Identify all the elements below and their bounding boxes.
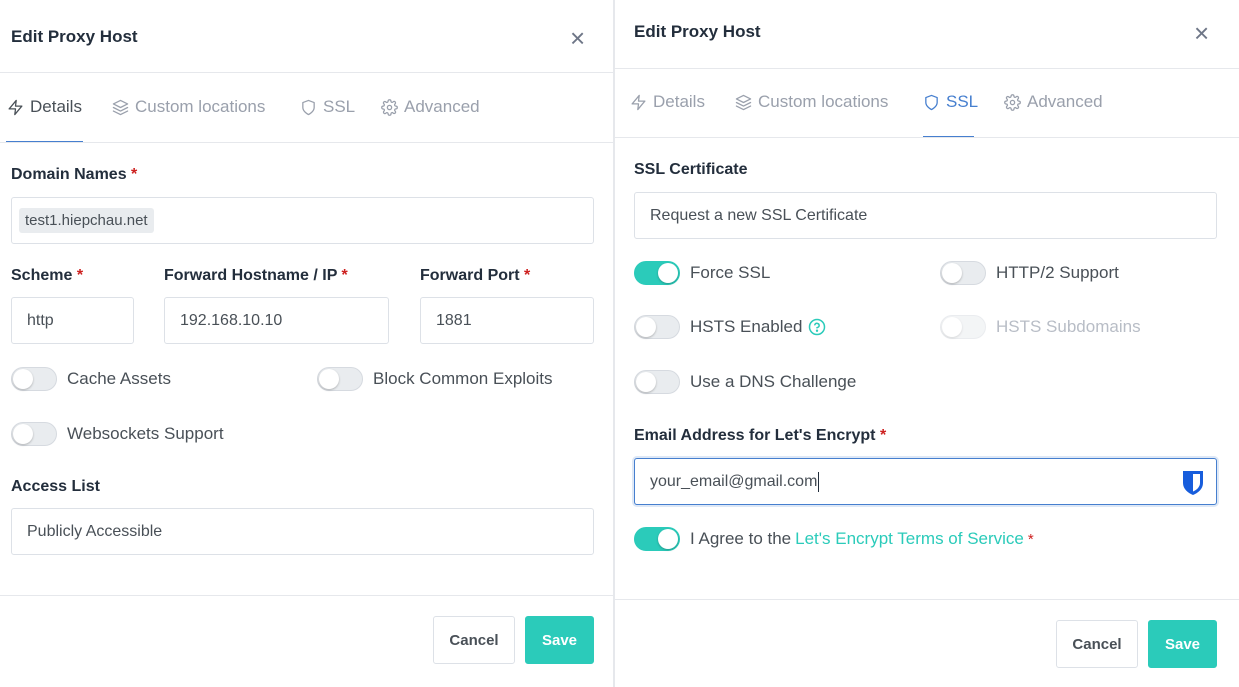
domain-names-input[interactable]: test1.hiepchau.net: [11, 197, 594, 244]
access-list-select[interactable]: Publicly Accessible: [11, 508, 594, 555]
bolt-icon: [8, 99, 23, 115]
header-divider: [0, 72, 613, 73]
save-button[interactable]: Save: [525, 616, 594, 664]
text-cursor: [818, 471, 820, 492]
hsts-label: HSTS Enabled: [690, 317, 803, 336]
scheme-select[interactable]: http: [11, 297, 134, 344]
shield-icon: [925, 94, 938, 110]
cache-assets-switch[interactable]: [11, 367, 57, 391]
hsts-switch[interactable]: [634, 315, 680, 339]
block-exploits-toggle-row: Block Common Exploits: [317, 367, 553, 391]
block-exploits-label: Block Common Exploits: [373, 369, 553, 388]
domain-chip[interactable]: test1.hiepchau.net: [19, 208, 154, 233]
tab-advanced[interactable]: Advanced: [381, 97, 480, 117]
agree-prefix: I Agree to the: [690, 529, 792, 548]
tab-custom-locations[interactable]: Custom locations: [112, 97, 265, 117]
cache-assets-toggle-row: Cache Assets: [11, 367, 171, 391]
http2-toggle-row: HTTP/2 Support: [940, 261, 1119, 285]
http2-switch[interactable]: [940, 261, 986, 285]
header-divider: [615, 68, 1239, 69]
force-ssl-label: Force SSL: [690, 263, 771, 282]
tabs-divider: [0, 142, 613, 143]
bolt-icon: [631, 94, 646, 110]
layers-icon: [112, 99, 129, 115]
tab-ssl[interactable]: SSL: [300, 97, 355, 117]
websockets-switch[interactable]: [11, 422, 57, 446]
agree-tos-toggle-row: I Agree to the Let's Encrypt Terms of Se…: [634, 527, 1034, 551]
block-exploits-switch[interactable]: [317, 367, 363, 391]
tos-link[interactable]: Let's Encrypt Terms of Service: [795, 529, 1024, 549]
cancel-button[interactable]: Cancel: [1056, 620, 1138, 668]
footer-divider: [0, 595, 613, 596]
cache-assets-label: Cache Assets: [67, 369, 171, 388]
domain-names-label: Domain Names *: [11, 166, 138, 183]
gear-icon: [381, 98, 398, 116]
email-label: Email Address for Let's Encrypt *: [634, 427, 887, 444]
tab-details[interactable]: Details: [7, 97, 82, 117]
hsts-subdomains-toggle-row: HSTS Subdomains: [940, 315, 1141, 339]
hsts-subdomains-label: HSTS Subdomains: [996, 317, 1141, 336]
tabs-divider: [615, 137, 1239, 138]
forward-hostname-input[interactable]: 192.168.10.10: [164, 297, 389, 344]
close-icon[interactable]: ×: [570, 25, 585, 51]
dns-challenge-switch[interactable]: [634, 370, 680, 394]
shield-icon: [302, 99, 315, 115]
agree-tos-switch[interactable]: [634, 527, 680, 551]
forward-hostname-label: Forward Hostname / IP *: [164, 267, 348, 284]
tab-details[interactable]: Details: [630, 92, 705, 112]
edit-proxy-host-modal-ssl: Edit Proxy Host × Details Custom locatio…: [615, 0, 1239, 687]
help-icon[interactable]: [808, 318, 826, 336]
gear-icon: [1004, 93, 1021, 111]
ssl-certificate-select[interactable]: Request a new SSL Certificate: [634, 192, 1217, 239]
hsts-toggle-row: HSTS Enabled: [634, 315, 826, 339]
close-icon[interactable]: ×: [1194, 20, 1209, 46]
tab-advanced[interactable]: Advanced: [1004, 92, 1103, 112]
email-input[interactable]: your_email@gmail.com: [634, 458, 1217, 505]
scheme-label: Scheme *: [11, 267, 84, 284]
hsts-subdomains-switch[interactable]: [940, 315, 986, 339]
save-button[interactable]: Save: [1148, 620, 1217, 668]
footer-divider: [615, 599, 1239, 600]
tab-custom-locations[interactable]: Custom locations: [735, 92, 888, 112]
cancel-button[interactable]: Cancel: [433, 616, 515, 664]
websockets-toggle-row: Websockets Support: [11, 422, 224, 446]
http2-label: HTTP/2 Support: [996, 263, 1119, 282]
modal-title: Edit Proxy Host: [11, 27, 138, 46]
bitwarden-shield-icon[interactable]: [1181, 469, 1205, 502]
websockets-label: Websockets Support: [67, 424, 224, 443]
forward-port-input[interactable]: 1881: [420, 297, 594, 344]
ssl-certificate-label: SSL Certificate: [634, 161, 748, 178]
modal-title: Edit Proxy Host: [634, 22, 761, 41]
tab-ssl[interactable]: SSL: [923, 92, 978, 112]
layers-icon: [735, 94, 752, 110]
dns-challenge-toggle-row: Use a DNS Challenge: [634, 370, 856, 394]
force-ssl-switch[interactable]: [634, 261, 680, 285]
forward-port-label: Forward Port *: [420, 267, 531, 284]
email-value: your_email@gmail.com: [650, 472, 818, 490]
dns-challenge-label: Use a DNS Challenge: [690, 372, 857, 391]
required-mark: *: [1027, 530, 1034, 548]
access-list-label: Access List: [11, 478, 100, 495]
edit-proxy-host-modal-details: Edit Proxy Host × Details Custom locatio…: [0, 0, 613, 687]
force-ssl-toggle-row: Force SSL: [634, 261, 770, 285]
